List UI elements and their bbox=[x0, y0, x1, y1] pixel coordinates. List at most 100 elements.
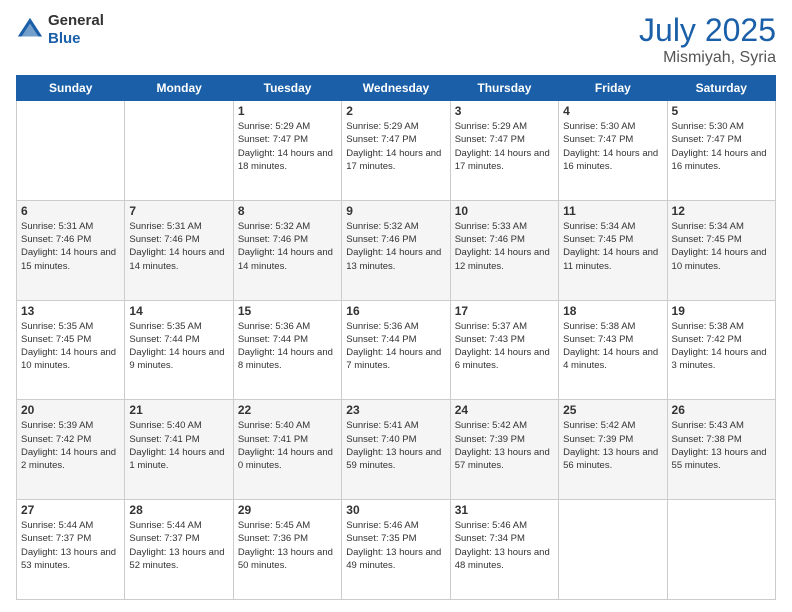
day-cell: 24 Sunrise: 5:42 AMSunset: 7:39 PMDayligh… bbox=[450, 400, 558, 500]
sunset-text: Sunset: 7:44 PM bbox=[346, 333, 445, 346]
day-info: Sunrise: 5:42 AMSunset: 7:39 PMDaylight:… bbox=[563, 419, 662, 472]
day-number: 2 bbox=[346, 104, 445, 118]
sunset-text: Sunset: 7:40 PM bbox=[346, 433, 445, 446]
title-block: July 2025 Mismiyah, Syria bbox=[639, 12, 776, 67]
day-number: 20 bbox=[21, 403, 120, 417]
weekday-header-wednesday: Wednesday bbox=[342, 76, 450, 101]
day-number: 11 bbox=[563, 204, 662, 218]
sunrise-text: Sunrise: 5:30 AM bbox=[563, 120, 662, 133]
day-cell: 25Sunrise: 5:42 AMSunset: 7:39 PMDayligh… bbox=[559, 400, 667, 500]
day-number: 23 bbox=[346, 403, 445, 417]
day-cell bbox=[17, 101, 125, 201]
daylight-text: Daylight: 13 hours and 53 minutes. bbox=[21, 546, 120, 573]
sunrise-text: Sunrise: 5:38 AM bbox=[563, 320, 662, 333]
daylight-text: Daylight: 13 hours and 52 minutes. bbox=[129, 546, 228, 573]
sunrise-text: Sunrise: 5:42 AM bbox=[455, 419, 554, 432]
day-info: Sunrise: 5:36 AMSunset: 7:44 PMDaylight:… bbox=[346, 320, 445, 373]
day-number: 19 bbox=[672, 304, 771, 318]
day-number: 3 bbox=[455, 104, 554, 118]
day-info: Sunrise: 5:40 AMSunset: 7:41 PMDaylight:… bbox=[238, 419, 337, 472]
sunrise-text: Sunrise: 5:37 AM bbox=[455, 320, 554, 333]
daylight-text: Daylight: 14 hours and 6 minutes. bbox=[455, 346, 554, 373]
weekday-header-row: SundayMondayTuesdayWednesdayThursdayFrid… bbox=[17, 76, 776, 101]
daylight-text: Daylight: 13 hours and 57 minutes. bbox=[455, 446, 554, 473]
sunset-text: Sunset: 7:43 PM bbox=[563, 333, 662, 346]
day-cell: 1Sunrise: 5:29 AMSunset: 7:47 PMDaylight… bbox=[233, 101, 341, 201]
title-location: Mismiyah, Syria bbox=[639, 49, 776, 67]
day-number: 28 bbox=[129, 503, 228, 517]
sunrise-text: Sunrise: 5:34 AM bbox=[672, 220, 771, 233]
daylight-text: Daylight: 14 hours and 16 minutes. bbox=[672, 147, 771, 174]
sunset-text: Sunset: 7:41 PM bbox=[238, 433, 337, 446]
sunset-text: Sunset: 7:45 PM bbox=[672, 233, 771, 246]
daylight-text: Daylight: 14 hours and 9 minutes. bbox=[129, 346, 228, 373]
weekday-header-saturday: Saturday bbox=[667, 76, 775, 101]
day-number: 24 bbox=[455, 403, 554, 417]
sunrise-text: Sunrise: 5:34 AM bbox=[563, 220, 662, 233]
day-number: 26 bbox=[672, 403, 771, 417]
sunset-text: Sunset: 7:46 PM bbox=[238, 233, 337, 246]
day-number: 14 bbox=[129, 304, 228, 318]
day-cell: 13Sunrise: 5:35 AMSunset: 7:45 PMDayligh… bbox=[17, 300, 125, 400]
day-cell: 30Sunrise: 5:46 AMSunset: 7:35 PMDayligh… bbox=[342, 500, 450, 600]
daylight-text: Daylight: 14 hours and 3 minutes. bbox=[672, 346, 771, 373]
day-number: 17 bbox=[455, 304, 554, 318]
day-cell: 4Sunrise: 5:30 AMSunset: 7:47 PMDaylight… bbox=[559, 101, 667, 201]
sunset-text: Sunset: 7:41 PM bbox=[129, 433, 228, 446]
logo-general: General bbox=[48, 12, 104, 29]
day-number: 22 bbox=[238, 403, 337, 417]
sunrise-text: Sunrise: 5:46 AM bbox=[455, 519, 554, 532]
daylight-text: Daylight: 14 hours and 2 minutes. bbox=[21, 446, 120, 473]
sunrise-text: Sunrise: 5:36 AM bbox=[346, 320, 445, 333]
daylight-text: Daylight: 14 hours and 14 minutes. bbox=[238, 246, 337, 273]
day-cell: 28Sunrise: 5:44 AMSunset: 7:37 PMDayligh… bbox=[125, 500, 233, 600]
day-info: Sunrise: 5:29 AMSunset: 7:47 PMDaylight:… bbox=[238, 120, 337, 173]
sunrise-text: Sunrise: 5:41 AM bbox=[346, 419, 445, 432]
day-info: Sunrise: 5:32 AMSunset: 7:46 PMDaylight:… bbox=[346, 220, 445, 273]
daylight-text: Daylight: 14 hours and 12 minutes. bbox=[455, 246, 554, 273]
logo-text: General Blue bbox=[48, 12, 104, 48]
day-info: Sunrise: 5:42 AMSunset: 7:39 PMDaylight:… bbox=[455, 419, 554, 472]
day-cell: 9Sunrise: 5:32 AMSunset: 7:46 PMDaylight… bbox=[342, 200, 450, 300]
day-cell bbox=[125, 101, 233, 201]
week-row-1: 1Sunrise: 5:29 AMSunset: 7:47 PMDaylight… bbox=[17, 101, 776, 201]
day-info: Sunrise: 5:30 AMSunset: 7:47 PMDaylight:… bbox=[672, 120, 771, 173]
day-info: Sunrise: 5:32 AMSunset: 7:46 PMDaylight:… bbox=[238, 220, 337, 273]
sunrise-text: Sunrise: 5:31 AM bbox=[21, 220, 120, 233]
day-info: Sunrise: 5:43 AMSunset: 7:38 PMDaylight:… bbox=[672, 419, 771, 472]
sunset-text: Sunset: 7:37 PM bbox=[129, 532, 228, 545]
sunrise-text: Sunrise: 5:38 AM bbox=[672, 320, 771, 333]
day-info: Sunrise: 5:33 AMSunset: 7:46 PMDaylight:… bbox=[455, 220, 554, 273]
day-info: Sunrise: 5:31 AMSunset: 7:46 PMDaylight:… bbox=[129, 220, 228, 273]
calendar: SundayMondayTuesdayWednesdayThursdayFrid… bbox=[16, 75, 776, 600]
day-info: Sunrise: 5:45 AMSunset: 7:36 PMDaylight:… bbox=[238, 519, 337, 572]
day-cell bbox=[667, 500, 775, 600]
sunset-text: Sunset: 7:44 PM bbox=[238, 333, 337, 346]
day-cell: 14 Sunrise: 5:35 AMSunset: 7:44 PMDayligh… bbox=[125, 300, 233, 400]
day-info: Sunrise: 5:38 AMSunset: 7:43 PMDaylight:… bbox=[563, 320, 662, 373]
day-cell: 19Sunrise: 5:38 AMSunset: 7:42 PMDayligh… bbox=[667, 300, 775, 400]
day-cell: 22 Sunrise: 5:40 AMSunset: 7:41 PMDayligh… bbox=[233, 400, 341, 500]
daylight-text: Daylight: 13 hours and 50 minutes. bbox=[238, 546, 337, 573]
sunset-text: Sunset: 7:39 PM bbox=[563, 433, 662, 446]
day-info: Sunrise: 5:34 AMSunset: 7:45 PMDaylight:… bbox=[672, 220, 771, 273]
day-number: 5 bbox=[672, 104, 771, 118]
day-cell: 20Sunrise: 5:39 AMSunset: 7:42 PMDayligh… bbox=[17, 400, 125, 500]
day-cell: 7Sunrise: 5:31 AMSunset: 7:46 PMDaylight… bbox=[125, 200, 233, 300]
day-number: 29 bbox=[238, 503, 337, 517]
day-info: Sunrise: 5:29 AMSunset: 7:47 PMDaylight:… bbox=[455, 120, 554, 173]
week-row-4: 20Sunrise: 5:39 AMSunset: 7:42 PMDayligh… bbox=[17, 400, 776, 500]
daylight-text: Daylight: 14 hours and 14 minutes. bbox=[129, 246, 228, 273]
day-number: 8 bbox=[238, 204, 337, 218]
day-cell: 8 Sunrise: 5:32 AMSunset: 7:46 PMDaylight… bbox=[233, 200, 341, 300]
daylight-text: Daylight: 13 hours and 55 minutes. bbox=[672, 446, 771, 473]
day-cell: 26 Sunrise: 5:43 AMSunset: 7:38 PMDayligh… bbox=[667, 400, 775, 500]
day-info: Sunrise: 5:46 AMSunset: 7:34 PMDaylight:… bbox=[455, 519, 554, 572]
weekday-header-friday: Friday bbox=[559, 76, 667, 101]
day-info: Sunrise: 5:35 AMSunset: 7:44 PMDaylight:… bbox=[129, 320, 228, 373]
daylight-text: Daylight: 14 hours and 7 minutes. bbox=[346, 346, 445, 373]
day-cell: 12Sunrise: 5:34 AMSunset: 7:45 PMDayligh… bbox=[667, 200, 775, 300]
day-info: Sunrise: 5:35 AMSunset: 7:45 PMDaylight:… bbox=[21, 320, 120, 373]
logo: General Blue bbox=[16, 12, 104, 48]
day-number: 31 bbox=[455, 503, 554, 517]
